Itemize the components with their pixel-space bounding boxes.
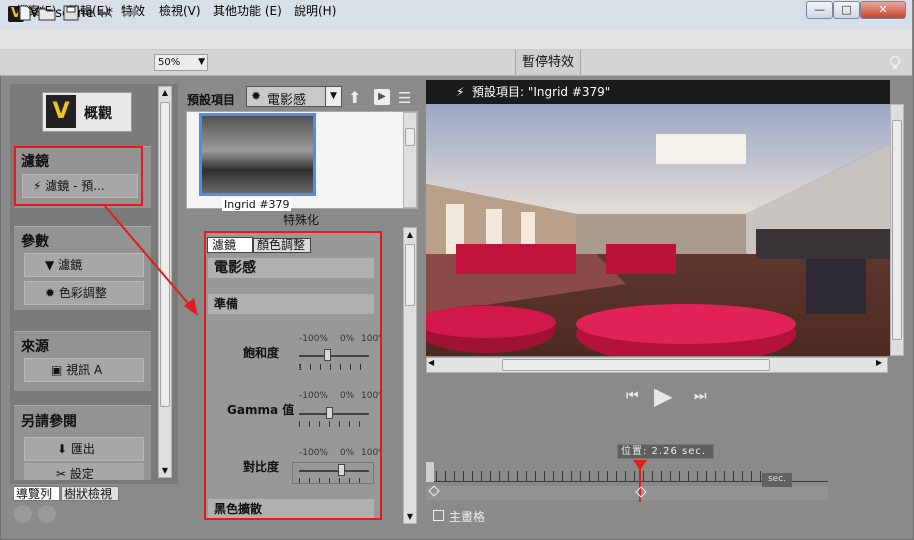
thumbnail-scrollbar[interactable] <box>403 112 417 208</box>
annotation-arrow <box>103 204 198 316</box>
sun-icon: ✹ <box>45 286 56 300</box>
zoom-select[interactable]: 50% ▼ <box>154 54 208 71</box>
previous-frame-icon[interactable]: ⏮ <box>626 388 639 404</box>
source-item-video-label: 視訊 A <box>66 363 103 377</box>
scroll-down-icon[interactable]: ▼ <box>158 464 172 478</box>
light-bulb-icon[interactable] <box>888 55 902 71</box>
vitascene-logo: V <box>46 95 76 128</box>
close-button[interactable]: ✕ <box>860 1 906 19</box>
preset-label: 預設項目 <box>187 93 236 107</box>
next-frame-icon[interactable]: ⏭ <box>694 388 707 404</box>
params-item-filter-label: 濾鏡 <box>58 258 83 272</box>
timeline-sec-unit: sec. <box>762 473 792 487</box>
preview-preset-name: 預設項目: "Ingrid #379" <box>472 85 611 99</box>
export-item-label: 匯出 <box>70 442 95 456</box>
overview-label: 概觀 <box>84 106 112 122</box>
chevron-down-icon[interactable]: ▼ <box>325 87 341 106</box>
monitor-icon: ▣ <box>51 363 63 377</box>
main-track-checkbox[interactable] <box>433 510 444 521</box>
menu-bar <box>0 30 912 50</box>
funnel-icon: ▼ <box>45 258 55 272</box>
scroll-right-icon[interactable]: ▶ <box>876 358 882 367</box>
up-arrow-icon[interactable]: ⬆ <box>348 88 361 107</box>
preview-header: ⚡ 預設項目: "Ingrid #379" <box>426 80 890 104</box>
filter-heading: 濾鏡 <box>21 154 49 170</box>
menu-view[interactable]: 檢視(V) <box>159 2 201 19</box>
preset-select[interactable]: ✹ 電影感 ▼ <box>246 86 342 108</box>
scroll-left-icon[interactable]: ◀ <box>428 358 434 367</box>
play-icon[interactable]: ▶ <box>654 382 672 410</box>
thumbnail-scrollbar-thumb[interactable] <box>405 128 415 146</box>
settings-item-label: 設定 <box>69 467 94 480</box>
restaurant-interior-image <box>426 104 890 356</box>
preset-thumbnail-label: Ingrid #379 <box>222 198 292 211</box>
wrench-icon: ✂ <box>56 467 67 480</box>
scroll-up-icon[interactable]: ▲ <box>403 228 417 242</box>
menu-help[interactable]: 說明(H) <box>294 2 336 19</box>
source-heading: 來源 <box>21 339 49 355</box>
keyframe-track[interactable] <box>426 486 828 500</box>
zoom-value: 50% <box>158 57 181 68</box>
new-file-icon[interactable] <box>16 5 34 21</box>
params-heading: 參數 <box>21 234 49 250</box>
parameters-scrollbar-thumb[interactable] <box>405 244 415 306</box>
play-preset-icon[interactable]: ▶ <box>374 89 390 105</box>
chevron-down-icon: ▼ <box>198 57 205 67</box>
tab-tree-view[interactable]: 樹狀檢視 <box>61 486 119 501</box>
lightning-icon: ⚡ <box>33 179 42 193</box>
tab-navigation[interactable]: 導覽列 <box>13 486 60 501</box>
filter-preset-label: 濾鏡 - 預... <box>45 179 105 193</box>
highlight-box-parameters <box>204 231 382 520</box>
lightning-icon: ⚡ <box>456 85 465 99</box>
maximize-button[interactable]: □ <box>833 1 860 19</box>
save-icon[interactable] <box>62 5 80 21</box>
position-readout: 位置: 2.26 sec. <box>617 444 714 459</box>
video-preview[interactable] <box>426 104 890 356</box>
playhead-marker[interactable] <box>633 460 647 470</box>
open-folder-icon[interactable] <box>38 5 56 21</box>
scroll-down-icon[interactable]: ▼ <box>403 510 417 524</box>
preview-vscrollbar-thumb[interactable] <box>892 120 902 340</box>
main-track-label: 主畫格 <box>449 510 486 524</box>
filter-preset-item[interactable]: ⚡ 濾鏡 - 預... <box>22 174 138 198</box>
pause-effects-button[interactable]: 暫停特效 <box>515 50 581 75</box>
see-also-heading: 另請參閱 <box>21 414 77 430</box>
back-arrow-icon[interactable] <box>14 505 32 523</box>
scroll-up-icon[interactable]: ▲ <box>158 86 172 100</box>
timeline-start-handle[interactable] <box>426 462 434 482</box>
sun-icon: ✹ <box>251 89 262 103</box>
thumbnail-caption: 特殊化 <box>283 213 320 227</box>
timeline-ticks <box>436 471 762 481</box>
menu-other[interactable]: 其他功能 (E) <box>213 2 282 19</box>
settings-item[interactable]: ✂ 設定 <box>24 463 144 480</box>
preset-value: 電影感 <box>267 93 307 108</box>
forward-arrow-icon[interactable] <box>38 505 56 523</box>
source-item-video[interactable]: ▣ 視訊 A <box>24 358 144 382</box>
export-item[interactable]: ⬇ 匯出 <box>24 437 144 461</box>
minimize-button[interactable]: — <box>806 1 833 19</box>
toolbar <box>0 50 912 76</box>
undo-icon[interactable] <box>97 5 115 21</box>
preview-hscrollbar-thumb[interactable] <box>502 359 770 371</box>
redo-icon[interactable] <box>121 5 139 21</box>
export-icon: ⬇ <box>57 442 68 456</box>
list-view-icon[interactable]: ☰ <box>398 89 411 107</box>
preset-thumbnail[interactable] <box>199 113 316 196</box>
